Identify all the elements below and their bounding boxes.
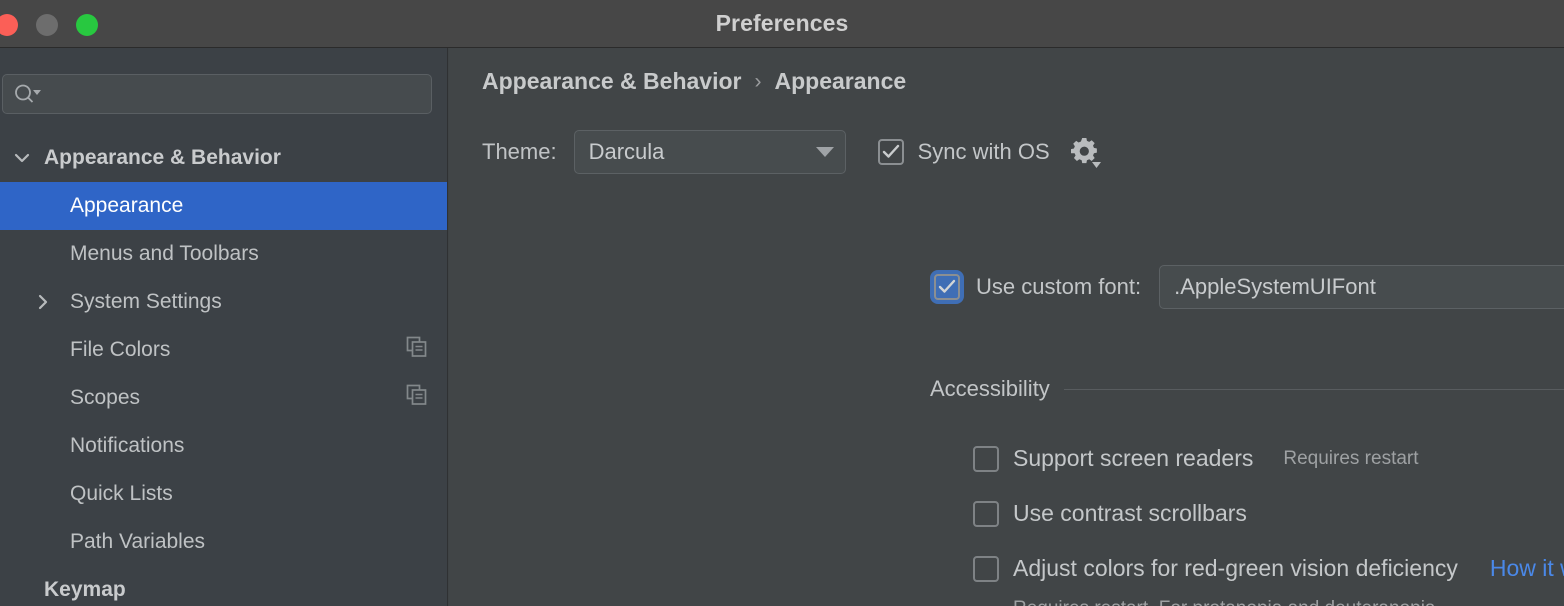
option-adjust-colors-red-green[interactable]: Adjust colors for red-green vision defic… xyxy=(973,541,1564,596)
option-label: Use contrast scrollbars xyxy=(1013,500,1247,526)
sidebar-item-quick-lists[interactable]: Quick Lists xyxy=(0,470,447,518)
copy-icon[interactable] xyxy=(406,336,428,364)
option-use-contrast-scrollbars[interactable]: Use contrast scrollbars xyxy=(973,486,1564,541)
accessibility-section-header: Accessibility xyxy=(930,376,1564,402)
sidebar-item-notifications[interactable]: Notifications xyxy=(0,422,447,470)
sidebar-item-label: Keymap xyxy=(44,578,126,601)
adjust-colors-sub-note: Requires restart. For protanopia and deu… xyxy=(1013,598,1564,606)
sync-with-os-label: Sync with OS xyxy=(917,139,1050,164)
chevron-down-icon[interactable] xyxy=(805,147,845,157)
chevron-right-icon[interactable] xyxy=(0,292,70,312)
support-screen-readers-checkbox[interactable] xyxy=(973,445,999,472)
accessibility-options: Support screen readers Requires restart … xyxy=(973,431,1564,606)
option-label: Adjust colors for red-green vision defic… xyxy=(1013,555,1458,581)
sidebar-item-label: System Settings xyxy=(70,290,222,313)
settings-tree: Appearance & Behavior Appearance Menus a… xyxy=(0,134,447,606)
sidebar-item-label: Path Variables xyxy=(70,530,206,553)
section-divider xyxy=(1063,388,1564,390)
sidebar-item-label: Quick Lists xyxy=(70,482,173,505)
sidebar-item-menus-and-toolbars[interactable]: Menus and Toolbars xyxy=(0,230,447,278)
sidebar-item-keymap[interactable]: Keymap xyxy=(0,566,447,606)
sync-with-os-checkbox[interactable] xyxy=(877,139,904,165)
sidebar-item-scopes[interactable]: Scopes xyxy=(0,374,447,422)
sidebar-item-label: Menus and Toolbars xyxy=(70,242,259,265)
breadcrumb-parent[interactable]: Appearance & Behavior xyxy=(482,68,741,95)
copy-icon[interactable] xyxy=(406,384,428,412)
window-title: Preferences xyxy=(715,10,849,36)
sidebar-item-appearance-and-behavior[interactable]: Appearance & Behavior xyxy=(0,134,447,182)
breadcrumb-separator-icon: › xyxy=(754,69,762,93)
search-icon xyxy=(13,83,43,105)
search-field-wrapper[interactable] xyxy=(2,74,432,114)
search-input[interactable] xyxy=(2,74,432,114)
sidebar-item-appearance[interactable]: Appearance xyxy=(0,182,447,230)
sync-with-os-row[interactable]: Sync with OS xyxy=(877,139,1050,165)
breadcrumb-current: Appearance xyxy=(774,68,907,94)
gear-icon[interactable] xyxy=(1068,135,1102,169)
sidebar-item-label: Appearance xyxy=(70,194,184,217)
sidebar-item-file-colors[interactable]: File Colors xyxy=(0,326,447,374)
use-custom-font-label: Use custom font: xyxy=(976,274,1142,299)
accessibility-section-title: Accessibility xyxy=(930,376,1050,401)
theme-label: Theme: xyxy=(482,139,557,164)
breadcrumb: Appearance & Behavior › Appearance xyxy=(482,68,906,95)
option-label: Support screen readers xyxy=(1013,445,1254,471)
theme-row: Theme: Darcula Sync with OS xyxy=(482,130,1102,174)
sidebar-item-label: Appearance & Behavior xyxy=(44,146,281,169)
adjust-colors-checkbox[interactable] xyxy=(973,555,999,582)
sidebar-item-system-settings[interactable]: System Settings xyxy=(0,278,447,326)
settings-sidebar: Appearance & Behavior Appearance Menus a… xyxy=(0,48,448,606)
chevron-down-icon[interactable] xyxy=(0,151,44,165)
how-it-works-link[interactable]: How it works xyxy=(1490,555,1564,582)
use-contrast-scrollbars-checkbox[interactable] xyxy=(973,500,999,527)
use-custom-font-focus-ring xyxy=(930,270,964,304)
font-family-value: .AppleSystemUIFont xyxy=(1174,274,1376,299)
sidebar-item-label: File Colors xyxy=(70,338,171,361)
sidebar-item-label: Scopes xyxy=(70,386,141,409)
use-custom-font-checkbox[interactable] xyxy=(934,274,960,300)
theme-dropdown[interactable]: Darcula xyxy=(573,130,846,174)
font-family-dropdown[interactable]: .AppleSystemUIFont xyxy=(1159,265,1564,309)
sidebar-item-label: Notifications xyxy=(70,434,185,457)
theme-dropdown-value: Darcula xyxy=(588,139,665,164)
option-support-screen-readers[interactable]: Support screen readers Requires restart xyxy=(973,431,1564,486)
sidebar-item-path-variables[interactable]: Path Variables xyxy=(0,518,447,566)
settings-detail-panel: Appearance & Behavior › Appearance Theme… xyxy=(449,48,1564,606)
custom-font-row: Use custom font: .AppleSystemUIFont Size… xyxy=(930,264,1564,310)
preferences-window: Preferences Appearance & Behavior Appear… xyxy=(0,0,1564,606)
option-note: Requires restart xyxy=(1283,447,1419,469)
title-bar: Preferences xyxy=(0,0,1564,48)
